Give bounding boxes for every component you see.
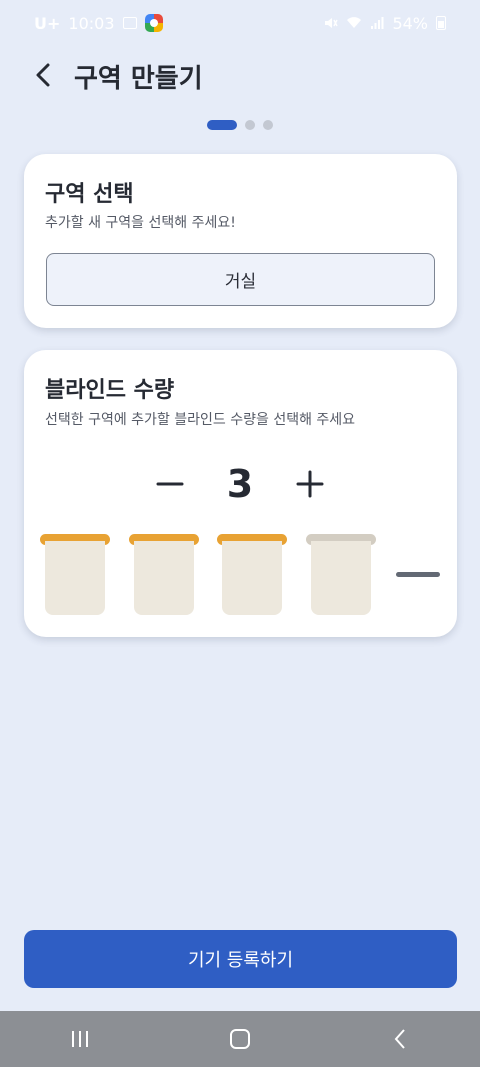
carrier-label: U+ [34, 13, 61, 33]
plus-icon [296, 470, 324, 498]
home-icon [230, 1029, 250, 1049]
register-device-button[interactable]: 기기 등록하기 [24, 930, 457, 988]
quantity-value: 3 [226, 462, 254, 506]
step-indicator [0, 120, 480, 130]
page-title: 구역 만들기 [74, 64, 203, 94]
step-dot-3 [263, 120, 273, 130]
chevron-left-icon [36, 63, 50, 87]
blind-quantity-card: 블라인드 수량 선택한 구역에 추가할 블라인드 수량을 선택해 주세요 3 [24, 350, 457, 637]
blind-shade [311, 541, 371, 615]
blind-overflow-indicator [396, 572, 440, 577]
system-nav-bar [0, 1011, 480, 1067]
blind-preview [38, 534, 448, 618]
recent-apps-button[interactable] [50, 1019, 110, 1059]
system-back-button[interactable] [370, 1019, 430, 1059]
blind-shade [45, 541, 105, 615]
blind-card-title: 블라인드 수량 [45, 378, 175, 403]
blind-item-1 [40, 534, 110, 616]
battery-percent: 54% [392, 13, 428, 33]
minus-icon [156, 482, 184, 486]
home-button[interactable] [210, 1019, 270, 1059]
increase-button[interactable] [294, 468, 326, 500]
blind-card-subtitle: 선택한 구역에 추가할 블라인드 수량을 선택해 주세요 [45, 412, 356, 428]
decrease-button[interactable] [154, 468, 186, 500]
zone-card-title: 구역 선택 [45, 182, 134, 207]
app-header: 구역 만들기 [0, 50, 480, 100]
step-dot-1 [207, 120, 237, 130]
status-bar-left: U+ 10:03 [34, 14, 163, 33]
battery-icon [436, 16, 446, 30]
quantity-stepper: 3 [24, 462, 457, 506]
blind-item-2 [129, 534, 199, 616]
blind-shade [134, 541, 194, 615]
blind-item-3 [217, 534, 287, 616]
blind-item-4 [306, 534, 376, 616]
recent-apps-icon [72, 1031, 88, 1047]
wifi-icon [347, 17, 362, 28]
clock: 10:03 [68, 13, 115, 33]
zone-dropdown[interactable]: 거실 [46, 253, 435, 306]
signal-icon [371, 17, 384, 29]
status-bar: U+ 10:03 54% [0, 0, 480, 46]
back-button[interactable] [26, 58, 60, 92]
back-arrow-icon [394, 1029, 405, 1049]
status-bar-right: 54% [324, 14, 446, 33]
step-dot-2 [245, 120, 255, 130]
gallery-notification-icon [122, 17, 137, 29]
zone-select-card: 구역 선택 추가할 새 구역을 선택해 주세요! 거실 [24, 154, 457, 328]
app-notification-icon [144, 14, 163, 32]
blind-shade [222, 541, 282, 615]
zone-card-subtitle: 추가할 새 구역을 선택해 주세요! [45, 215, 236, 231]
mute-icon [325, 18, 339, 28]
